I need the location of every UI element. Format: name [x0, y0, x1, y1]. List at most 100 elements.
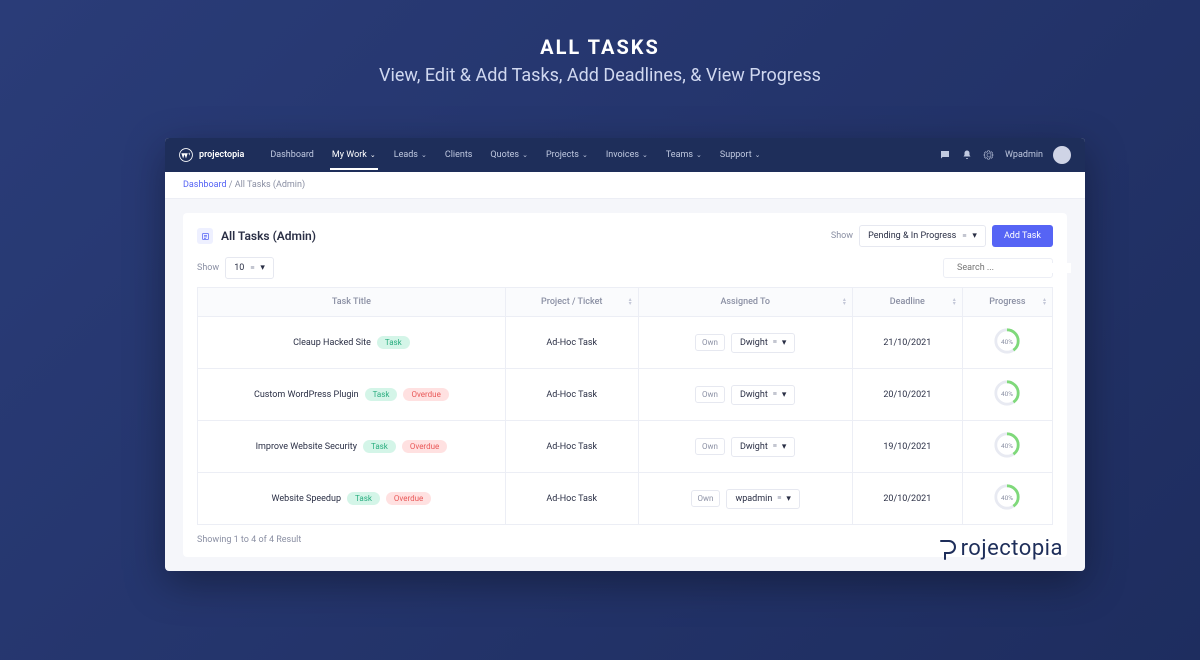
chevron-down-icon: ▾	[260, 263, 265, 273]
svg-text:40%: 40%	[1001, 390, 1013, 398]
chevron-down-icon: ⌄	[696, 151, 702, 159]
task-title[interactable]: Custom WordPress Plugin	[254, 390, 359, 400]
topbar-right: Wpadmin	[939, 146, 1071, 164]
type-badge: Task	[365, 388, 398, 401]
sort-icon: ≡	[773, 393, 777, 396]
tasks-card: All Tasks (Admin) Show Pending & In Prog…	[183, 213, 1067, 557]
tasks-icon	[197, 228, 213, 244]
brand[interactable]: projectopia	[179, 148, 244, 162]
svg-text:40%: 40%	[1001, 338, 1013, 346]
avatar[interactable]	[1053, 146, 1071, 164]
nav-projects[interactable]: Projects⌄	[538, 140, 596, 170]
column-header[interactable]: Assigned To▴▾	[638, 288, 852, 317]
sort-icon: ▴▾	[843, 298, 846, 306]
deadline-cell: 20/10/2021	[852, 473, 962, 525]
svg-text:40%: 40%	[1001, 494, 1013, 502]
breadcrumb-root[interactable]: Dashboard	[183, 180, 227, 190]
chevron-down-icon: ▾	[972, 231, 977, 241]
gear-icon[interactable]	[983, 149, 995, 161]
topbar: projectopia DashboardMy Work⌄Leads⌄Clien…	[165, 138, 1085, 172]
table-row: Improve Website SecurityTaskOverdueAd-Ho…	[198, 421, 1053, 473]
overdue-badge: Overdue	[386, 492, 431, 505]
column-header[interactable]: Task Title	[198, 288, 506, 317]
chevron-down-icon: ⌄	[370, 151, 376, 159]
nav-support[interactable]: Support⌄	[712, 140, 769, 170]
sort-icon: ≡	[773, 445, 777, 448]
brand-footer: rojectopia	[935, 536, 1063, 561]
table-row: Custom WordPress Plugin Task Overdue Ad-Hoc…	[198, 369, 1053, 421]
chevron-down-icon: ⌄	[421, 151, 427, 159]
project-cell: Ad-Hoc Task	[505, 369, 638, 421]
search-input[interactable]	[957, 263, 1071, 273]
nav-invoices[interactable]: Invoices⌄	[598, 140, 656, 170]
progress-ring: 40%	[993, 379, 1021, 407]
page-title: All Tasks (Admin)	[221, 229, 316, 243]
progress-ring: 40%	[993, 327, 1021, 355]
progress-ring: 40%	[993, 431, 1021, 459]
nav-my-work[interactable]: My Work⌄	[324, 140, 384, 170]
brand-label: projectopia	[199, 150, 244, 160]
owner-badge: Own	[695, 438, 725, 455]
type-badge: Task	[347, 492, 380, 505]
app-window: projectopia DashboardMy Work⌄Leads⌄Clien…	[165, 138, 1085, 571]
chevron-down-icon: ▾	[782, 338, 787, 348]
chevron-down-icon: ⌄	[522, 151, 528, 159]
hero-title: ALL TASKS	[0, 35, 1200, 59]
search-box[interactable]	[943, 258, 1053, 278]
add-task-button[interactable]: Add Task	[992, 225, 1053, 247]
per-page-select[interactable]: 10 ≡ ▾	[225, 257, 274, 279]
project-cell: Ad-Hoc Task	[505, 317, 638, 369]
nav-teams[interactable]: Teams⌄	[658, 140, 710, 170]
assignee-select[interactable]: Dwight≡▾	[731, 437, 795, 457]
sort-icon: ▴▾	[1043, 298, 1046, 306]
main-nav: DashboardMy Work⌄Leads⌄ClientsQuotes⌄Pro…	[262, 140, 939, 170]
chevron-down-icon: ▾	[782, 442, 787, 452]
projectopia-logo-icon	[935, 537, 959, 561]
nav-clients[interactable]: Clients	[437, 140, 481, 170]
sort-icon: ≡	[962, 235, 966, 238]
breadcrumb: Dashboard / All Tasks (Admin)	[165, 172, 1085, 199]
svg-text:40%: 40%	[1001, 442, 1013, 450]
deadline-cell: 19/10/2021	[852, 421, 962, 473]
sort-icon: ▴▾	[953, 298, 956, 306]
owner-badge: Own	[695, 386, 725, 403]
task-title[interactable]: Improve Website Security	[256, 442, 357, 452]
results-summary: Showing 1 to 4 of 4 Result	[197, 535, 1053, 545]
chevron-down-icon: ⌄	[642, 151, 648, 159]
progress-ring: 40%	[993, 483, 1021, 511]
chat-icon[interactable]	[939, 149, 951, 161]
table-row: Cleaup Hacked SiteTaskAd-Hoc TaskOwnDwig…	[198, 317, 1053, 369]
owner-badge: Own	[695, 334, 725, 351]
assignee-select[interactable]: Dwight≡▾	[731, 333, 795, 353]
tasks-table: Task TitleProject / Ticket▴▾Assigned To▴…	[197, 287, 1053, 525]
bell-icon[interactable]	[961, 149, 973, 161]
breadcrumb-current: All Tasks (Admin)	[235, 180, 305, 190]
chevron-down-icon: ⌄	[755, 151, 761, 159]
hero-subtitle: View, Edit & Add Tasks, Add Deadlines, &…	[0, 65, 1200, 86]
nav-quotes[interactable]: Quotes⌄	[482, 140, 536, 170]
project-cell: Ad-Hoc Task	[505, 473, 638, 525]
task-title[interactable]: Cleaup Hacked Site	[293, 338, 371, 348]
assignee-select[interactable]: Dwight≡▾	[731, 385, 795, 405]
column-header[interactable]: Progress▴▾	[962, 288, 1052, 317]
column-header[interactable]: Project / Ticket▴▾	[505, 288, 638, 317]
column-header[interactable]: Deadline▴▾	[852, 288, 962, 317]
user-menu[interactable]: Wpadmin	[1005, 150, 1043, 160]
sort-icon: ▴▾	[629, 298, 632, 306]
nav-dashboard[interactable]: Dashboard	[262, 140, 322, 170]
type-badge: Task	[377, 336, 410, 349]
owner-badge: Own	[691, 490, 721, 507]
project-cell: Ad-Hoc Task	[505, 421, 638, 473]
sort-icon: ≡	[777, 497, 781, 500]
deadline-cell: 21/10/2021	[852, 317, 962, 369]
filter-prefix: Show	[831, 231, 853, 241]
nav-leads[interactable]: Leads⌄	[386, 140, 435, 170]
task-title[interactable]: Website Speedup	[272, 494, 342, 504]
sort-icon: ≡	[773, 341, 777, 344]
status-filter[interactable]: Pending & In Progress ≡ ▾	[859, 225, 986, 247]
overdue-badge: Overdue	[403, 388, 448, 401]
deadline-cell: 20/10/2021	[852, 369, 962, 421]
assignee-select[interactable]: wpadmin≡▾	[726, 489, 799, 509]
type-badge: Task	[363, 440, 396, 453]
sort-icon: ≡	[250, 267, 254, 270]
